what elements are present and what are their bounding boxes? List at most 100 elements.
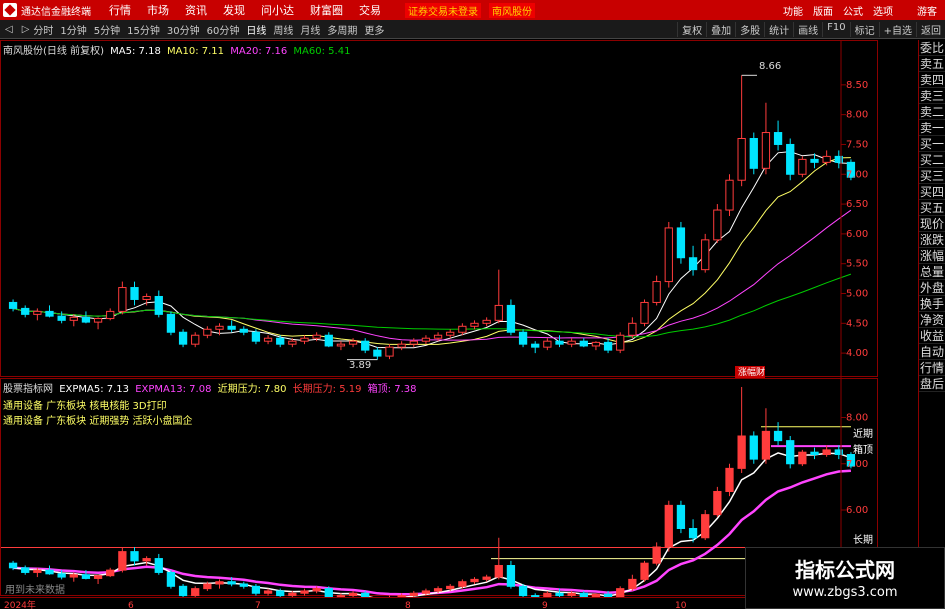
menu-options[interactable]: 选项: [873, 3, 893, 18]
sub-candle: [191, 586, 200, 598]
period-daily[interactable]: 日线: [246, 22, 266, 37]
sub-candle: [106, 567, 115, 578]
candle: [616, 332, 625, 354]
tool-f10[interactable]: F10: [822, 21, 849, 37]
right-tab-13[interactable]: 涨幅: [919, 248, 945, 264]
right-tab-11[interactable]: 现价: [919, 216, 945, 232]
main-kline-chart[interactable]: 8.50 8.00 7.50 7.00 6.50 6.00 5.50 5.00 4.50 4.00…: [0, 40, 879, 378]
right-tab-2[interactable]: 卖四: [919, 72, 945, 88]
right-tab-0[interactable]: 委比: [919, 40, 945, 56]
right-tab-10[interactable]: 买五: [919, 200, 945, 216]
period-5min[interactable]: 5分钟: [94, 22, 120, 37]
main-legend: 南风股份(日线 前复权) MA5: 7.18 MA10: 7.11 MA20: …: [3, 42, 353, 57]
candle: [385, 344, 394, 360]
menu-layout[interactable]: 版面: [813, 3, 833, 18]
candle: [676, 221, 686, 264]
app-title: 通达信金融终端: [21, 6, 91, 18]
ma10-line: [12, 157, 851, 345]
right-tab-21[interactable]: 盘后: [919, 376, 945, 392]
tool-stats[interactable]: 统计: [764, 21, 793, 37]
right-tab-19[interactable]: 自动: [919, 344, 945, 360]
menu-function[interactable]: 功能: [783, 3, 803, 18]
period-1min[interactable]: 1分钟: [60, 22, 86, 37]
candle: [239, 326, 248, 336]
back-arrow-icon[interactable]: ◁: [5, 24, 13, 35]
period-more[interactable]: 更多: [364, 22, 384, 37]
candle: [361, 338, 370, 354]
right-tab-5[interactable]: 卖一: [919, 120, 945, 136]
candle: [664, 221, 673, 288]
candle: [33, 308, 42, 321]
period-multi[interactable]: 多周期: [327, 22, 357, 37]
y-tick-3: 7.00: [846, 169, 868, 180]
sub-candle: [518, 584, 528, 598]
time-label-year: 2024年: [4, 599, 36, 609]
period-timeshare[interactable]: 分时: [33, 22, 53, 37]
right-tab-3[interactable]: 卖三: [919, 88, 945, 104]
candle: [652, 275, 661, 306]
right-tab-9[interactable]: 买四: [919, 184, 945, 200]
tool-overlay[interactable]: 叠加: [706, 21, 735, 37]
menu-item-discover[interactable]: 发现: [223, 2, 245, 18]
menu-item-wealth[interactable]: 财富圈: [310, 2, 343, 18]
right-tab-12[interactable]: 涨跌: [919, 232, 945, 248]
candle: [8, 299, 18, 312]
menu-item-quotes[interactable]: 行情: [109, 2, 131, 18]
time-label-6: 6: [128, 601, 134, 609]
candle: [178, 329, 188, 348]
period-60min[interactable]: 60分钟: [207, 22, 240, 37]
forward-arrow-icon[interactable]: ▷: [22, 24, 30, 35]
candle: [749, 132, 758, 175]
tool-adjust[interactable]: 复权: [677, 21, 706, 37]
sub-candle: [166, 570, 176, 589]
candle: [227, 320, 236, 333]
period-15min[interactable]: 15分钟: [127, 22, 160, 37]
tool-multistock[interactable]: 多股: [735, 21, 764, 37]
right-tab-17[interactable]: 净资: [919, 312, 945, 328]
period-weekly[interactable]: 周线: [273, 22, 293, 37]
right-tab-8[interactable]: 买三: [919, 168, 945, 184]
candle: [21, 305, 30, 318]
right-tab-4[interactable]: 卖二: [919, 104, 945, 120]
candle: [106, 308, 115, 321]
period-30min[interactable]: 30分钟: [167, 22, 200, 37]
guest-label[interactable]: 游客: [917, 3, 937, 18]
sub-candle: [45, 565, 54, 575]
sub-candle: [142, 556, 151, 566]
sub-candle: [786, 436, 795, 469]
right-tab-20[interactable]: 行情: [919, 360, 945, 376]
right-tab-14[interactable]: 总量: [919, 264, 945, 280]
near-label: 近期: [853, 427, 873, 440]
ma5-line: [12, 151, 851, 349]
candle: [470, 320, 479, 330]
sub-candle: [178, 584, 188, 598]
right-tab-16[interactable]: 换手: [919, 296, 945, 312]
menu-item-market[interactable]: 市场: [147, 2, 169, 18]
menu-bar: 通达信金融终端 行情 市场 资讯 发现 问小达 财富圈 交易 证券交易未登录 南…: [0, 0, 945, 20]
tool-draw[interactable]: 画线: [793, 21, 822, 37]
menu-item-ask[interactable]: 问小达: [261, 2, 294, 18]
tool-back[interactable]: 返回: [916, 21, 945, 37]
tool-add-watchlist[interactable]: +自选: [878, 21, 916, 37]
login-status[interactable]: 证券交易未登录: [405, 2, 481, 18]
app-logo-icon: [3, 3, 17, 17]
menu-item-trade[interactable]: 交易: [359, 2, 381, 18]
right-tab-1[interactable]: 卖五: [919, 56, 945, 72]
kline-svg[interactable]: 8.50 8.00 7.50 7.00 6.50 6.00 5.50 5.00 4.50 4.00…: [1, 41, 879, 378]
right-tab-6[interactable]: 买一: [919, 136, 945, 152]
candle: [300, 335, 309, 345]
sub-candle: [154, 553, 163, 575]
period-monthly[interactable]: 月线: [300, 22, 320, 37]
sub-candle: [251, 584, 261, 596]
tag-label: 涨幅财: [738, 366, 765, 378]
sub-candle: [215, 579, 224, 589]
sector-line-1: 通用设备 广东板块 核电核能 3D打印: [3, 401, 167, 412]
sub-candle: [130, 547, 139, 566]
right-tab-7[interactable]: 买二: [919, 152, 945, 168]
menu-formula[interactable]: 公式: [843, 3, 863, 18]
y-tick-8: 4.50: [846, 318, 868, 329]
right-tab-18[interactable]: 收益: [919, 328, 945, 344]
right-tab-15[interactable]: 外盘: [919, 280, 945, 296]
menu-item-news[interactable]: 资讯: [185, 2, 207, 18]
tool-mark[interactable]: 标记: [849, 21, 879, 37]
